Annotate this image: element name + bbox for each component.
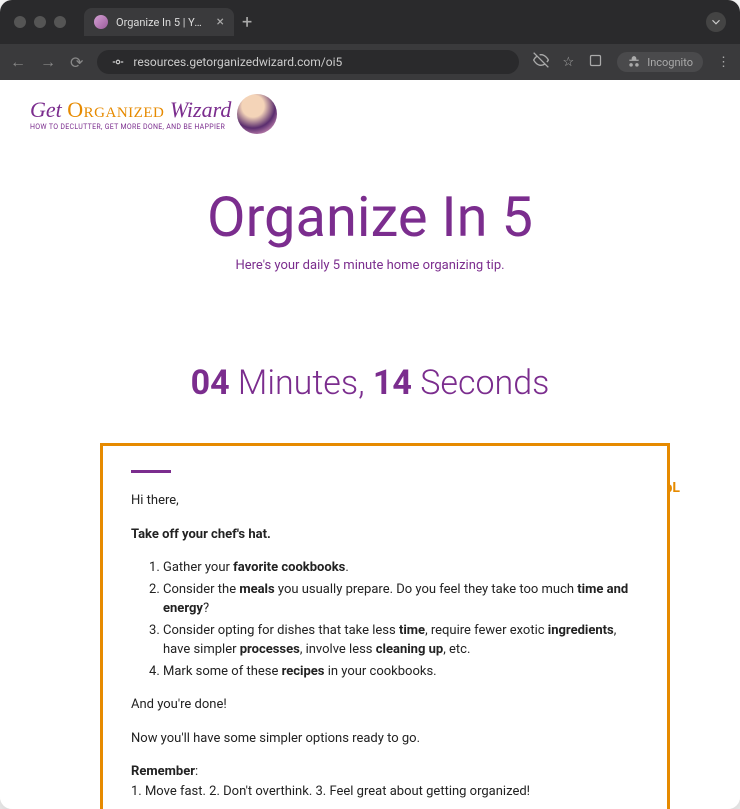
timer-minutes: 04	[191, 363, 230, 403]
back-button[interactable]: ←	[10, 52, 26, 72]
countdown-timer: 04 Minutes, 14 Seconds	[0, 293, 740, 433]
tip-step: Mark some of these recipes in your cookb…	[163, 662, 639, 682]
logo-word-get: Get	[30, 97, 62, 122]
tip-headline: Take off your chef's hat.	[131, 527, 271, 542]
browser-tab[interactable]: Organize In 5 | Your daily org... ×	[84, 8, 234, 36]
url-text: resources.getorganizedwizard.com/oi5	[133, 55, 342, 69]
accent-divider	[131, 470, 171, 473]
favicon-icon	[94, 15, 108, 29]
toolbar-actions: ☆ Incognito ⋮	[533, 52, 730, 72]
tip-steps-list: Gather your favorite cookbooks.Consider …	[163, 558, 639, 681]
tip-done: And you're done!	[131, 695, 639, 715]
tip-remember: Remember:1. Move fast. 2. Don't overthin…	[131, 762, 639, 801]
timer-minutes-label: Minutes,	[230, 363, 373, 403]
maximize-window-button[interactable]	[54, 16, 66, 28]
forward-button[interactable]: →	[40, 52, 56, 72]
browser-window: Organize In 5 | Your daily org... × + ← …	[0, 0, 740, 809]
minimize-window-button[interactable]	[34, 16, 46, 28]
logo-avatar-icon	[237, 94, 277, 134]
incognito-badge: Incognito	[617, 52, 703, 72]
extensions-button[interactable]	[588, 53, 603, 72]
tip-outro: Now you'll have some simpler options rea…	[131, 729, 639, 749]
timer-seconds: 14	[373, 363, 412, 403]
close-window-button[interactable]	[14, 16, 26, 28]
tab-close-button[interactable]: ×	[217, 14, 224, 30]
site-info-icon[interactable]	[111, 55, 125, 69]
traffic-lights	[14, 16, 66, 28]
tab-bar: Organize In 5 | Your daily org... × +	[84, 8, 726, 36]
url-bar[interactable]: resources.getorganizedwizard.com/oi5	[97, 50, 518, 74]
page-title: Organize In 5	[30, 184, 710, 250]
logo-word-organized: Organized	[67, 97, 164, 122]
page-subtitle: Here's your daily 5 minute home organizi…	[30, 258, 710, 273]
tab-title: Organize In 5 | Your daily org...	[116, 16, 205, 29]
tip-step: Consider opting for dishes that take les…	[163, 621, 639, 660]
new-tab-button[interactable]: +	[242, 12, 252, 33]
logo-word-wizard: Wizard	[170, 97, 232, 122]
tip-card: Hi there, Take off your chef's hat. Gath…	[100, 443, 670, 809]
site-header: Get Organized Wizard HOW TO DECLUTTER, G…	[0, 80, 740, 134]
menu-button[interactable]: ⋮	[717, 55, 730, 70]
tab-overflow-button[interactable]	[706, 12, 726, 32]
logo-tagline: HOW TO DECLUTTER, GET MORE DONE, AND BE …	[30, 123, 231, 131]
tip-greeting: Hi there,	[131, 491, 639, 511]
chevron-down-icon	[709, 15, 723, 29]
tip-step: Gather your favorite cookbooks.	[163, 558, 639, 578]
browser-toolbar: ← → ⟳ resources.getorganizedwizard.com/o…	[0, 44, 740, 80]
eye-off-icon[interactable]	[533, 52, 549, 72]
tip-step: Consider the meals you usually prepare. …	[163, 580, 639, 619]
hero-section: Organize In 5 Here's your daily 5 minute…	[0, 134, 740, 293]
incognito-icon	[627, 55, 641, 69]
timer-seconds-label: Seconds	[412, 363, 549, 403]
bookmark-button[interactable]: ☆	[563, 55, 575, 70]
reload-button[interactable]: ⟳	[70, 53, 83, 72]
window-titlebar: Organize In 5 | Your daily org... × +	[0, 0, 740, 44]
incognito-label: Incognito	[647, 56, 693, 69]
page-viewport: Get Organized Wizard HOW TO DECLUTTER, G…	[0, 80, 740, 809]
site-logo[interactable]: Get Organized Wizard HOW TO DECLUTTER, G…	[30, 94, 277, 134]
